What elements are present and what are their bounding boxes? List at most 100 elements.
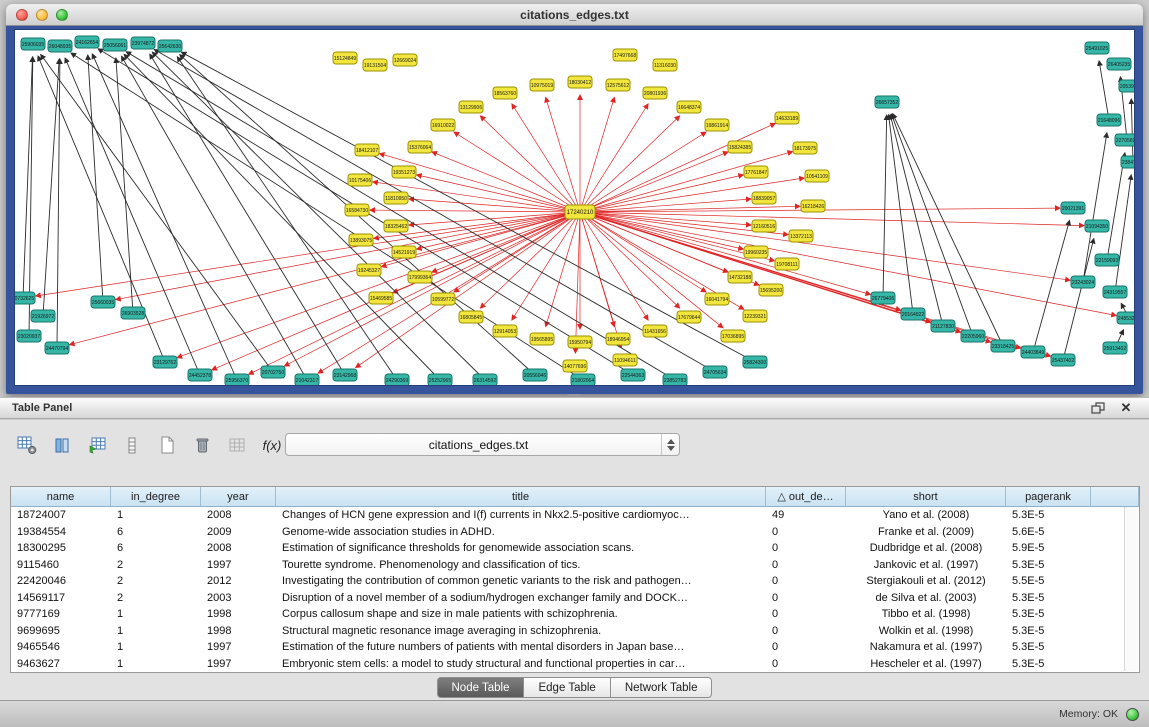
table-row[interactable]: 1872400712008Changes of HCN gene express… — [11, 507, 1139, 524]
table-cell[interactable]: 5.9E-5 — [1006, 542, 1091, 554]
table-cell[interactable]: 9463627 — [11, 658, 111, 670]
table-cell[interactable]: 5.5E-5 — [1006, 575, 1091, 587]
table-select-dropdown[interactable]: citations_edges.txt — [285, 433, 680, 456]
graph-node[interactable]: 24319557 — [1103, 286, 1127, 298]
graph-node[interactable]: 21648096 — [1097, 114, 1121, 126]
table-cell[interactable]: Yano et al. (2008) — [846, 509, 1006, 521]
table-cell[interactable]: 2008 — [201, 542, 276, 554]
graph-node[interactable]: 23852783 — [663, 374, 687, 385]
table-cell[interactable]: 9465546 — [11, 641, 111, 653]
graph-node[interactable]: 13372113 — [789, 230, 813, 242]
table-cell[interactable]: Genome-wide association studies in ADHD. — [276, 526, 766, 538]
delete-table-icon[interactable] — [222, 431, 252, 459]
graph-node[interactable]: 11810950 — [384, 192, 408, 204]
column-header-name[interactable]: name — [11, 487, 111, 507]
graph-node[interactable]: 17999364 — [408, 271, 432, 283]
graph-node[interactable]: 22544363 — [621, 369, 645, 381]
graph-node[interactable]: 20556046 — [523, 369, 547, 381]
column-header-year[interactable]: year — [201, 487, 276, 507]
graph-node[interactable]: 25491025 — [1085, 42, 1109, 54]
table-cell[interactable]: 5.3E-5 — [1006, 625, 1091, 637]
table-cell[interactable]: Tibbo et al. (1998) — [846, 608, 1006, 620]
table-cell[interactable]: 49 — [766, 509, 846, 521]
column-header-out_de[interactable]: △ out_de… — [766, 487, 846, 507]
table-cell[interactable]: 2 — [111, 559, 201, 571]
table-cell[interactable]: 2008 — [201, 509, 276, 521]
table-cell[interactable]: 1 — [111, 658, 201, 670]
table-cell[interactable]: Embryonic stem cells: a model to study s… — [276, 658, 766, 670]
graph-node[interactable]: 18412107 — [355, 144, 379, 156]
graph-node[interactable]: 25252965 — [428, 374, 452, 385]
table-cell[interactable]: Changes of HCN gene expression and I(f) … — [276, 509, 766, 521]
table-cell[interactable]: 0 — [766, 575, 846, 587]
graph-node[interactable]: 25913402 — [1103, 342, 1127, 354]
graph-node[interactable]: 19131504 — [363, 59, 387, 71]
graph-node[interactable]: 15950794 — [568, 336, 592, 348]
column-header-pagerank[interactable]: pagerank — [1006, 487, 1091, 507]
graph-node[interactable]: 17761847 — [744, 166, 768, 178]
table-cell[interactable]: 2009 — [201, 526, 276, 538]
table-cell[interactable]: 18300295 — [11, 542, 111, 554]
table-cell[interactable]: 2012 — [201, 575, 276, 587]
table-cell[interactable]: 22420046 — [11, 575, 111, 587]
tab-network-table[interactable]: Network Table — [610, 677, 713, 698]
graph-node[interactable]: 20702750 — [261, 366, 285, 378]
graph-node[interactable]: 25437402 — [1051, 354, 1075, 366]
graph-node[interactable]: 15469585 — [369, 292, 393, 304]
table-cell[interactable]: 19384554 — [11, 526, 111, 538]
table-cell[interactable]: 9115460 — [11, 559, 111, 571]
graph-node[interactable]: 26903528 — [121, 307, 145, 319]
table-cell[interactable]: 1 — [111, 509, 201, 521]
graph-node[interactable]: 23142968 — [333, 369, 357, 381]
graph-node[interactable]: 14633189 — [775, 112, 799, 124]
table-cell[interactable]: 9777169 — [11, 608, 111, 620]
graph-node[interactable]: 26657352 — [875, 96, 899, 108]
network-canvas[interactable]: 2590603526048935241626542505606123974872… — [14, 29, 1135, 386]
table-row[interactable]: 969969511998Structural magnetic resonanc… — [11, 623, 1139, 640]
graph-node[interactable]: 24452378 — [188, 369, 212, 381]
graph-node[interactable]: 18946954 — [606, 333, 630, 345]
table-cell[interactable]: 1998 — [201, 625, 276, 637]
table-cell[interactable]: 18724007 — [11, 509, 111, 521]
graph-node[interactable]: 16218426 — [801, 200, 825, 212]
graph-node[interactable]: 14077696 — [563, 360, 587, 372]
graph-node[interactable]: 23847109 — [1121, 156, 1134, 168]
graph-node[interactable]: 19351273 — [392, 166, 416, 178]
graph-node[interactable]: 25824300 — [743, 356, 767, 368]
graph-node[interactable]: 14521919 — [392, 246, 416, 258]
graph-node[interactable]: 15376064 — [408, 141, 432, 153]
graph-node[interactable]: 16041794 — [705, 293, 729, 305]
network-canvas-svg[interactable]: 2590603526048935241626542505606123974872… — [15, 30, 1134, 385]
graph-node[interactable]: 24705634 — [703, 366, 727, 378]
table-cell[interactable]: 14569117 — [11, 592, 111, 604]
table-cell[interactable]: 1 — [111, 625, 201, 637]
graph-node[interactable]: 16648374 — [677, 101, 701, 113]
graph-node[interactable]: 22705693 — [1115, 134, 1134, 146]
graph-node[interactable]: 10541109 — [805, 170, 829, 182]
graph-node[interactable]: 21094350 — [1085, 220, 1109, 232]
graph-node[interactable]: 18563760 — [493, 87, 517, 99]
table-cell[interactable]: 0 — [766, 625, 846, 637]
graph-node[interactable]: 16584730 — [345, 204, 369, 216]
graph-node[interactable]: 15124849 — [333, 52, 357, 64]
graph-node[interactable]: 23974872 — [131, 37, 155, 49]
graph-node[interactable]: 25956370 — [225, 374, 249, 385]
table-cell[interactable]: 0 — [766, 608, 846, 620]
graph-node[interactable]: 13129906 — [459, 101, 483, 113]
show-columns-icon[interactable] — [47, 431, 77, 459]
graph-node[interactable]: 24290369 — [385, 374, 409, 385]
tab-node-table[interactable]: Node Table — [437, 677, 525, 698]
column-header-short[interactable]: short — [846, 487, 1006, 507]
table-cell[interactable]: 0 — [766, 658, 846, 670]
table-cell[interactable]: Tourette syndrome. Phenomenology and cla… — [276, 559, 766, 571]
table-cell[interactable]: 1 — [111, 641, 201, 653]
table-cell[interactable]: 6 — [111, 542, 201, 554]
function-builder-icon[interactable]: f(x) — [257, 431, 287, 459]
graph-node[interactable]: 19245327 — [357, 264, 381, 276]
graph-node[interactable]: 21926972 — [31, 310, 55, 322]
graph-node[interactable]: 22159093 — [1095, 254, 1119, 266]
table-cell[interactable]: 2 — [111, 575, 201, 587]
import-table-icon[interactable] — [82, 431, 112, 459]
graph-node[interactable]: 17497668 — [613, 49, 637, 61]
table-cell[interactable]: 5.3E-5 — [1006, 658, 1091, 670]
